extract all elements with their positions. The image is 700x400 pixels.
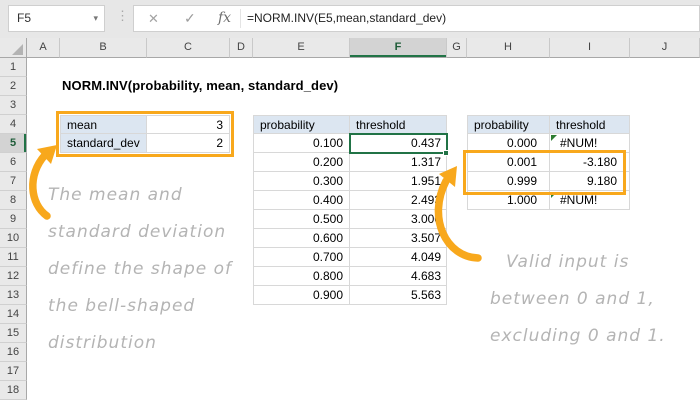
cell-f4-threshold-header[interactable]: threshold (350, 115, 447, 134)
name-box-dropdown-icon[interactable]: ▾ (93, 6, 98, 31)
note-line: define the shape of (48, 251, 232, 288)
cell-e5[interactable]: 0.100 (253, 134, 350, 153)
cell-f13[interactable]: 5.563 (350, 286, 447, 305)
cell-e7[interactable]: 0.300 (253, 172, 350, 191)
row-header-8[interactable]: 8 (0, 191, 27, 210)
note-line: excluding 0 and 1. (490, 318, 666, 355)
cell-h4-probability-header[interactable]: probability (467, 115, 550, 134)
column-header-d[interactable]: D (230, 38, 253, 58)
column-header-j[interactable]: J (630, 38, 700, 58)
note-left: The mean and standard deviation define t… (48, 177, 232, 362)
row-header-11[interactable]: 11 (0, 248, 27, 267)
enter-icon[interactable]: ✓ (184, 6, 196, 31)
row-header-18[interactable]: 18 (0, 381, 27, 400)
column-header-h[interactable]: H (467, 38, 550, 58)
formula-toolbar: F5 ▾ ⋮ ✕ ✓ fx =NORM.INV(E5,mean,standard… (0, 0, 700, 38)
note-right: Valid input is between 0 and 1, excludin… (490, 244, 666, 355)
cell-f7[interactable]: 1.951 (350, 172, 447, 191)
highlight-box-params (56, 111, 234, 157)
cell-f12[interactable]: 4.683 (350, 267, 447, 286)
row-header-16[interactable]: 16 (0, 343, 27, 362)
note-line: standard deviation (48, 214, 232, 251)
cell-e6[interactable]: 0.200 (253, 153, 350, 172)
selected-cell-border (349, 133, 448, 154)
row-header-17[interactable]: 17 (0, 362, 27, 381)
name-box[interactable]: F5 ▾ (8, 5, 105, 32)
row-header-4[interactable]: 4 (0, 115, 27, 134)
row-header-7[interactable]: 7 (0, 172, 27, 191)
cell-e11[interactable]: 0.700 (253, 248, 350, 267)
name-box-value: F5 (17, 11, 31, 25)
row-header-6[interactable]: 6 (0, 153, 27, 172)
insert-function-icon[interactable]: fx (218, 6, 231, 31)
select-all-corner[interactable] (0, 38, 27, 58)
cell-i4-threshold-header[interactable]: threshold (550, 115, 630, 134)
cell-f6[interactable]: 1.317 (350, 153, 447, 172)
column-header-a[interactable]: A (27, 38, 60, 58)
formula-bar[interactable]: ✕ ✓ fx =NORM.INV(E5,mean,standard_dev) (133, 5, 700, 32)
cell-f9[interactable]: 3.000 (350, 210, 447, 229)
column-header-f-selected[interactable]: F (350, 38, 447, 58)
column-header-b[interactable]: B (60, 38, 147, 58)
left-arrow-head-icon (37, 145, 57, 164)
note-line: Valid input is (490, 244, 666, 281)
formula-input[interactable]: =NORM.INV(E5,mean,standard_dev) (247, 6, 446, 31)
note-line: the bell-shaped (48, 288, 232, 325)
cell-e8[interactable]: 0.400 (253, 191, 350, 210)
cell-e12[interactable]: 0.800 (253, 267, 350, 286)
row-header-10[interactable]: 10 (0, 229, 27, 248)
toolbar-separator-dots-icon: ⋮ (116, 8, 129, 24)
row-header-2[interactable]: 2 (0, 77, 27, 96)
error-indicator-triangle-icon (551, 135, 557, 141)
cell-e4-probability-header[interactable]: probability (253, 115, 350, 134)
note-line: distribution (48, 325, 232, 362)
formula-bar-divider (240, 9, 241, 28)
left-arrow (33, 155, 47, 216)
row-header-3[interactable]: 3 (0, 96, 27, 115)
row-header-12[interactable]: 12 (0, 267, 27, 286)
cell-f10[interactable]: 3.507 (350, 229, 447, 248)
excel-window: F5 ▾ ⋮ ✕ ✓ fx =NORM.INV(E5,mean,standard… (0, 0, 700, 400)
column-header-c[interactable]: C (147, 38, 230, 58)
cell-f8[interactable]: 2.493 (350, 191, 447, 210)
highlight-box-valid-inputs (463, 150, 626, 195)
row-header-9[interactable]: 9 (0, 210, 27, 229)
note-line: The mean and (48, 177, 232, 214)
column-header-e[interactable]: E (253, 38, 350, 58)
cancel-icon[interactable]: ✕ (148, 6, 159, 31)
column-header-g[interactable]: G (447, 38, 467, 58)
column-header-i[interactable]: I (550, 38, 630, 58)
fill-handle[interactable] (443, 150, 449, 156)
row-header-15[interactable]: 15 (0, 324, 27, 343)
note-line: between 0 and 1, (490, 281, 666, 318)
row-header-14[interactable]: 14 (0, 305, 27, 324)
cell-f11[interactable]: 4.049 (350, 248, 447, 267)
sheet-title-cell-b2[interactable]: NORM.INV(probability, mean, standard_dev… (62, 77, 338, 96)
select-all-triangle-icon (12, 44, 23, 55)
cell-e9[interactable]: 0.500 (253, 210, 350, 229)
row-header-1[interactable]: 1 (0, 58, 27, 77)
cell-e10[interactable]: 0.600 (253, 229, 350, 248)
row-header-13[interactable]: 13 (0, 286, 27, 305)
cell-e13[interactable]: 0.900 (253, 286, 350, 305)
row-header-5-selected[interactable]: 5 (0, 134, 27, 153)
